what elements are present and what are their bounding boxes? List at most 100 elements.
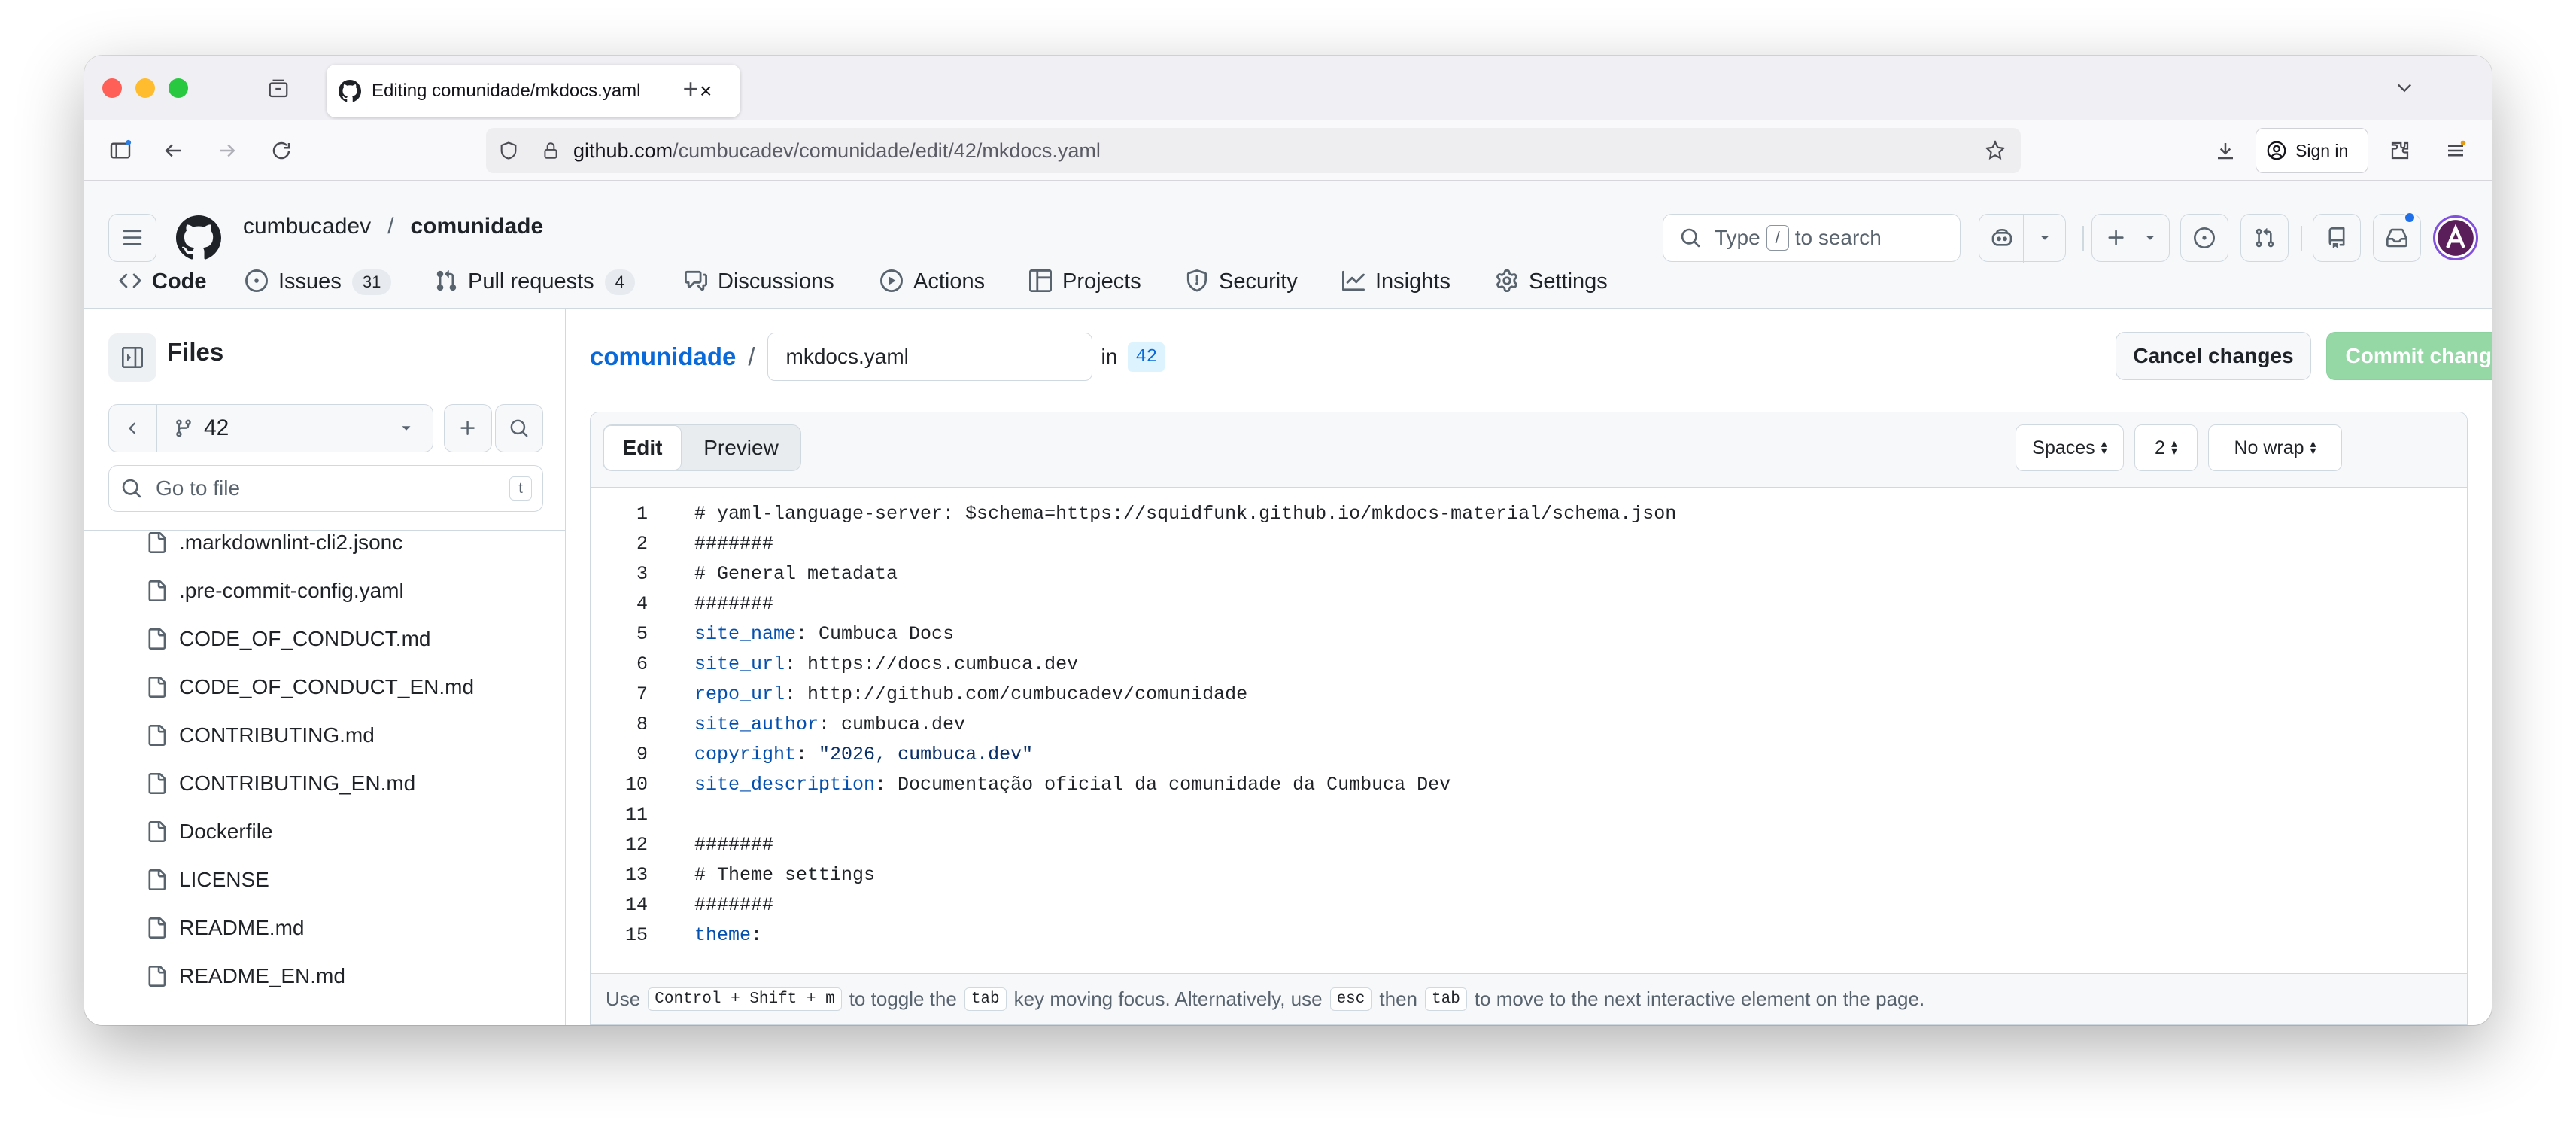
table-icon [1029, 269, 1052, 292]
create-dropdown-caret-icon [2142, 230, 2158, 246]
previous-chevron-icon[interactable] [109, 404, 157, 452]
file-tree-item[interactable]: Dockerfile [84, 808, 566, 856]
cancel-changes-button[interactable]: Cancel changes [2116, 332, 2311, 380]
plus-icon [2106, 227, 2127, 248]
code-line: 10 site_description: Documentação oficial… [591, 769, 2467, 799]
search-files-button[interactable] [495, 404, 543, 452]
branch-caret-icon [398, 420, 415, 437]
go-to-file-placeholder: Go to file [156, 476, 241, 500]
file-name: CONTRIBUTING.md [179, 723, 375, 747]
line-number: 2 [636, 532, 648, 555]
indent-size-select[interactable]: 2 ▴ ▾ [2134, 424, 2198, 471]
repositories-button[interactable] [2313, 214, 2361, 262]
indent-mode-select[interactable]: Spaces ▴ ▾ [2016, 424, 2124, 471]
tab-settings[interactable]: Settings [1496, 265, 1608, 309]
extensions-icon[interactable] [2385, 135, 2415, 166]
code-line: 1 # yaml-language-server: $schema=https:/… [591, 498, 2467, 528]
code-line: 7 repo_url: http://github.com/cumbucadev/… [591, 679, 2467, 709]
hint-text: key moving focus. Alternatively, use [1013, 987, 1323, 1010]
code-line: 9 copyright: "2026, cumbuca.dev" [591, 739, 2467, 769]
browser-sign-in-button[interactable]: Sign in [2256, 128, 2368, 173]
collapse-sidebar-button[interactable] [108, 333, 156, 382]
wrap-mode-select[interactable]: No wrap ▴ ▾ [2208, 424, 2342, 471]
line-text: copyright: "2026, cumbuca.dev" [694, 744, 1033, 765]
repo-owner-link[interactable]: cumbucadev [243, 214, 371, 239]
file-tree-item[interactable]: CONTRIBUTING_EN.md [84, 759, 566, 808]
file-tree-item[interactable]: LICENSE [84, 856, 566, 904]
file-tree-item[interactable]: CONTRIBUTING.md [84, 711, 566, 759]
code-line: 6 site_url: https://docs.cumbuca.dev [591, 649, 2467, 679]
wrap-mode-value: No wrap [2234, 437, 2304, 458]
tab-preview[interactable]: Preview [682, 425, 800, 470]
file-tree-item[interactable]: README_EN.md [84, 952, 566, 1000]
line-text: site_name: Cumbuca Docs [694, 623, 954, 645]
github-logo-icon[interactable] [176, 215, 221, 264]
shield-icon [1186, 269, 1208, 292]
file-icon [146, 917, 167, 939]
line-number: 3 [636, 562, 648, 585]
line-text: theme: [694, 924, 762, 946]
branch-selector[interactable]: 42 [108, 404, 433, 452]
line-text: ####### [694, 833, 774, 856]
search-prefix-text: Type [1715, 226, 1760, 249]
global-menu-button[interactable] [108, 214, 156, 262]
file-name: README.md [179, 916, 305, 939]
maximize-window-button[interactable] [169, 78, 188, 98]
github-search-input[interactable]: Type / to search [1663, 214, 1961, 262]
lock-icon[interactable] [539, 138, 563, 163]
new-tab-icon[interactable]: + [676, 73, 706, 104]
tab-discussions[interactable]: Discussions [685, 265, 834, 309]
bookmark-star-icon[interactable] [1983, 138, 2007, 163]
tab-projects[interactable]: Projects [1029, 265, 1141, 309]
pull-requests-shortcut-button[interactable] [2240, 214, 2289, 262]
reload-icon[interactable] [266, 135, 296, 166]
close-window-button[interactable] [102, 78, 122, 98]
tab-actions[interactable]: Actions [880, 265, 985, 309]
add-file-button[interactable] [444, 404, 492, 452]
tab-pull-requests[interactable]: Pull requests 4 [435, 265, 635, 309]
sidebar-toggle-icon[interactable] [105, 135, 135, 166]
avatar[interactable] [2433, 215, 2478, 260]
file-tree-item[interactable]: CODE_OF_CONDUCT.md [84, 615, 566, 663]
issues-shortcut-button[interactable] [2180, 214, 2228, 262]
tab-issues-label: Issues [278, 269, 342, 294]
tab-code[interactable]: Code [119, 265, 207, 309]
filename-input[interactable]: mkdocs.yaml [767, 333, 1092, 381]
tracking-shield-icon[interactable] [497, 138, 521, 163]
tab-edit[interactable]: Edit [603, 425, 682, 470]
tab-insights[interactable]: Insights [1342, 265, 1451, 309]
search-icon [1680, 227, 1701, 248]
code-line: 3 # General metadata [591, 558, 2467, 589]
minimize-window-button[interactable] [135, 78, 155, 98]
copilot-button[interactable] [1979, 214, 2066, 263]
downloads-icon[interactable] [2210, 135, 2240, 166]
tab-issues[interactable]: Issues 31 [245, 265, 392, 309]
file-tree-item[interactable]: CODE_OF_CONDUCT_EN.md [84, 663, 566, 711]
file-tree-item[interactable]: .pre-commit-config.yaml [84, 567, 566, 615]
app-menu-icon[interactable] [2441, 135, 2471, 166]
url-host: github.com [573, 138, 673, 162]
line-text: ####### [694, 592, 774, 615]
back-arrow-icon[interactable] [158, 135, 188, 166]
repo-root-link[interactable]: comunidade [590, 342, 736, 371]
tab-security[interactable]: Security [1186, 265, 1298, 309]
tab-list-chevron-icon[interactable] [2389, 72, 2420, 102]
repo-name-link[interactable]: comunidade [410, 214, 543, 239]
go-to-file-input[interactable]: Go to file t [108, 465, 543, 512]
file-tree-item[interactable]: README.md [84, 904, 566, 952]
notifications-button[interactable] [2373, 211, 2421, 262]
file-tree-item[interactable]: .markdownlint-cli2.jsonc [84, 531, 566, 567]
forward-arrow-icon[interactable] [212, 135, 242, 166]
code-content[interactable]: 1 # yaml-language-server: $schema=https:/… [591, 488, 2467, 954]
repo-icon [2326, 227, 2347, 248]
browser-navigation-bar: github.com/cumbucadev/comunidade/edit/42… [84, 120, 2492, 181]
commit-changes-button[interactable]: Commit changes... [2326, 332, 2492, 380]
code-line: 2 ####### [591, 528, 2467, 558]
line-text: ####### [694, 893, 774, 916]
account-icon [2265, 139, 2288, 162]
search-icon [121, 478, 142, 499]
tab-settings-label: Settings [1529, 269, 1608, 294]
create-new-button[interactable] [2091, 214, 2170, 262]
address-bar[interactable]: github.com/cumbucadev/comunidade/edit/42… [486, 128, 2021, 173]
tab-overview-icon[interactable] [265, 75, 292, 102]
